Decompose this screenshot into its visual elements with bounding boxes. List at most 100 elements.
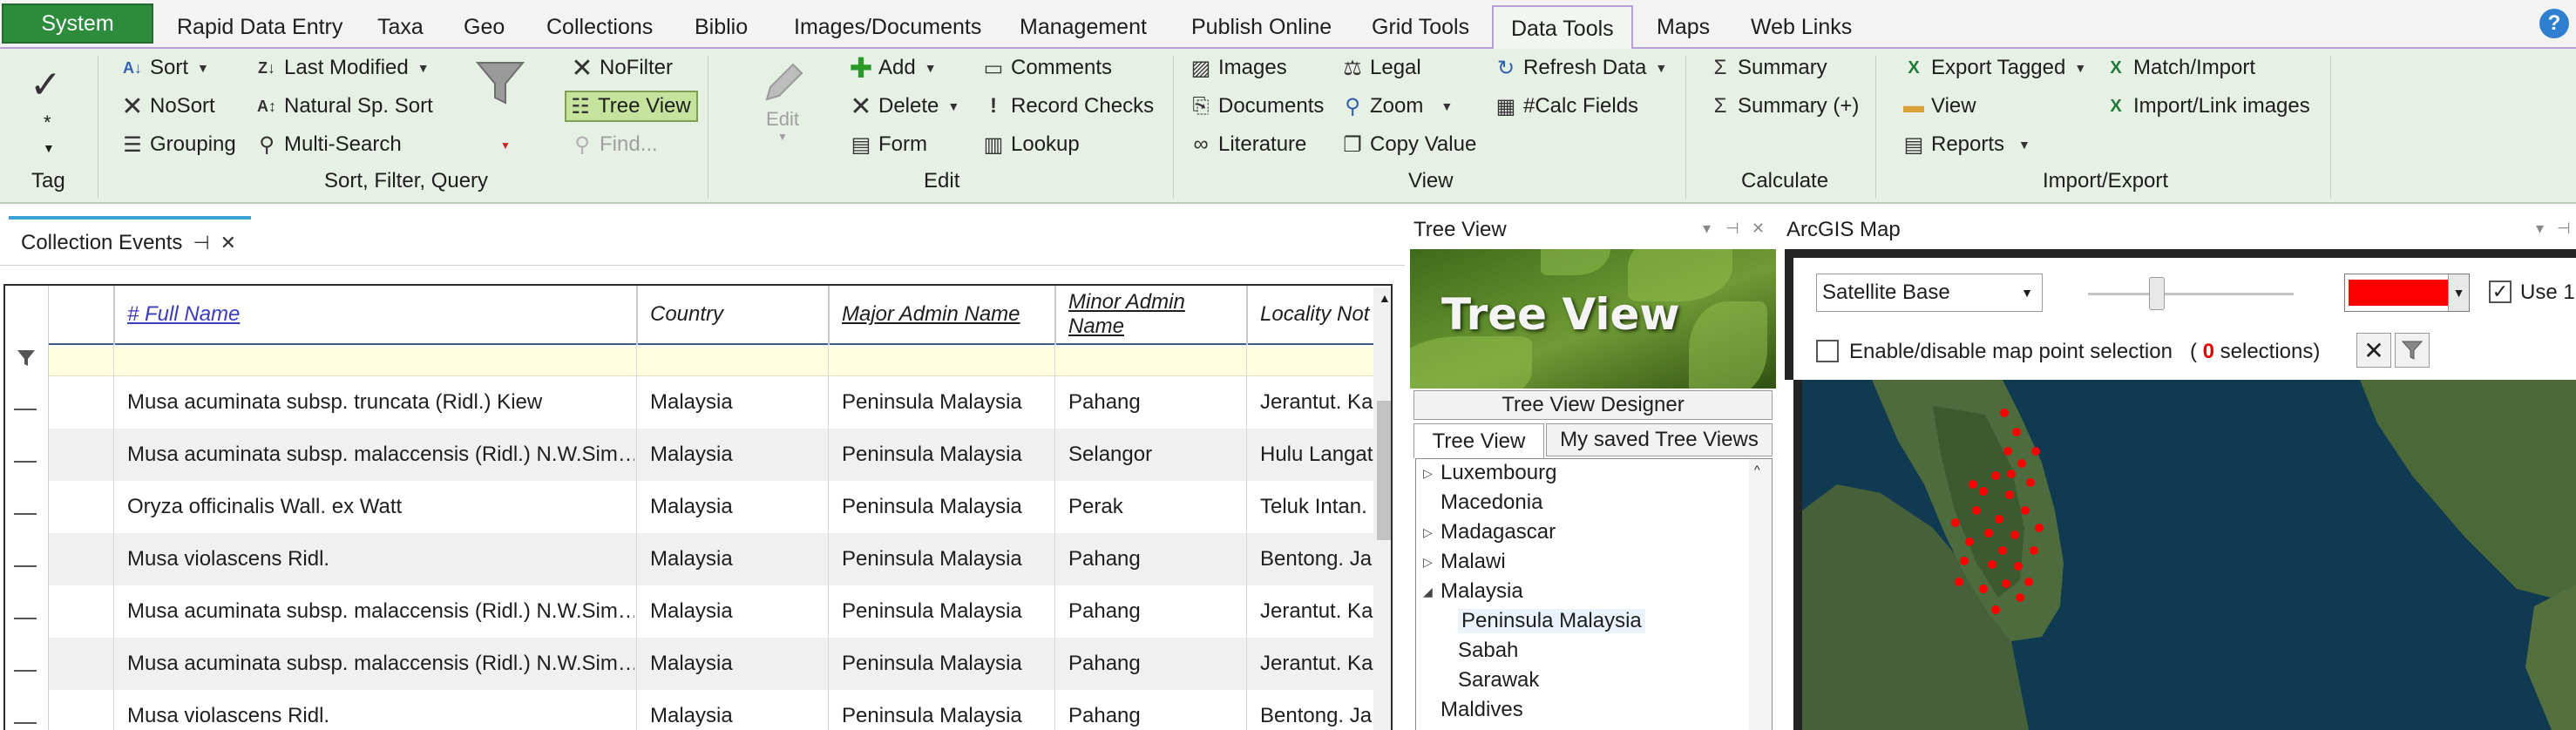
expand-icon[interactable]: ▷ bbox=[1423, 525, 1441, 540]
column-header-country[interactable]: Country bbox=[638, 286, 828, 345]
cell-major-admin[interactable]: Peninsula Malaysia bbox=[830, 429, 1053, 481]
tab-geo[interactable]: Geo bbox=[464, 5, 505, 49]
tab-images-documents[interactable]: Images/Documents bbox=[794, 5, 981, 49]
copy-value-button[interactable]: ❐ Copy Value bbox=[1340, 132, 1476, 157]
opacity-slider-track[interactable] bbox=[2088, 293, 2294, 295]
cell-minor-admin[interactable]: Selangor bbox=[1056, 429, 1244, 481]
cell-locality[interactable]: Jerantut. Ka bbox=[1248, 638, 1373, 690]
tree-node[interactable]: Sarawak bbox=[1458, 668, 1539, 693]
specimen-point[interactable] bbox=[1988, 560, 1996, 569]
column-header-full-name[interactable]: # Full Name bbox=[115, 286, 636, 345]
cell-minor-admin[interactable]: Pahang bbox=[1056, 533, 1244, 585]
cell-minor-admin[interactable]: Pahang bbox=[1056, 585, 1244, 638]
scroll-up-icon[interactable]: ▲ bbox=[1379, 291, 1391, 305]
tab-web-links[interactable]: Web Links bbox=[1751, 5, 1852, 49]
match-import-button[interactable]: X Match/Import bbox=[2104, 56, 2255, 80]
cell-country[interactable]: Malaysia bbox=[638, 533, 826, 585]
collection-events-tab[interactable]: Collection Events ⊣ ✕ bbox=[9, 216, 251, 267]
column-header-indicator[interactable] bbox=[49, 286, 113, 345]
specimen-point[interactable] bbox=[1960, 557, 1969, 565]
specimen-point[interactable] bbox=[1991, 471, 2000, 480]
cell-country[interactable]: Malaysia bbox=[638, 481, 826, 533]
tab-my-saved-tree-views[interactable]: My saved Tree Views bbox=[1546, 423, 1773, 456]
tree-node[interactable]: Sabah bbox=[1458, 639, 1518, 663]
delete-button[interactable]: ✕ Delete ▼ bbox=[849, 92, 959, 121]
specimen-point[interactable] bbox=[2012, 428, 2021, 436]
add-button[interactable]: ✚ Add ▼ bbox=[849, 52, 937, 84]
specimen-point[interactable] bbox=[1998, 546, 2007, 555]
specimen-point[interactable] bbox=[1979, 487, 1988, 496]
opacity-slider-thumb[interactable] bbox=[2149, 277, 2165, 310]
satellite-map[interactable] bbox=[1793, 380, 2576, 730]
point-color-picker[interactable]: ▼ bbox=[2344, 274, 2470, 312]
last-modified-button[interactable]: Z↓ Last Modified ▼ bbox=[254, 56, 430, 80]
nosort-button[interactable]: ✕ NoSort bbox=[120, 92, 214, 121]
specimen-point[interactable] bbox=[2014, 562, 2023, 571]
specimen-point[interactable] bbox=[1991, 605, 2000, 614]
expand-icon[interactable]: ▷ bbox=[1423, 555, 1441, 570]
filter-funnel-button[interactable] bbox=[474, 57, 526, 110]
column-divider[interactable] bbox=[828, 286, 830, 345]
find-button[interactable]: ⚲ Find... bbox=[570, 132, 658, 157]
tree-node[interactable]: ▷ Malawi bbox=[1423, 550, 1506, 574]
column-divider[interactable] bbox=[636, 286, 638, 345]
grouping-button[interactable]: ☰ Grouping bbox=[120, 132, 236, 157]
specimen-point[interactable] bbox=[2016, 593, 2024, 602]
specimen-point[interactable] bbox=[2017, 459, 2026, 468]
specimen-point[interactable] bbox=[2026, 478, 2035, 487]
cell-locality[interactable]: Jerantut. Ka bbox=[1248, 376, 1373, 429]
enable-point-selection-checkbox[interactable] bbox=[1816, 340, 1839, 362]
specimen-point[interactable] bbox=[2002, 579, 2010, 588]
chevron-down-icon[interactable]: ▼ bbox=[2448, 274, 2469, 311]
cell-full-name[interactable]: Musa acuminata subsp. truncata (Ridl.) K… bbox=[115, 376, 634, 429]
cell-minor-admin[interactable]: Perak bbox=[1056, 481, 1244, 533]
specimen-point[interactable] bbox=[1984, 529, 1993, 537]
tree-node[interactable]: Peninsula Malaysia bbox=[1458, 609, 1645, 633]
summary-plus-button[interactable]: Σ Summary (+) bbox=[1708, 94, 1860, 118]
specimen-point[interactable] bbox=[2003, 447, 2012, 456]
use-checkbox[interactable]: ✓ bbox=[2489, 281, 2512, 303]
specimen-point[interactable] bbox=[1951, 518, 1960, 527]
record-checks-button[interactable]: ! Record Checks bbox=[981, 94, 1154, 118]
column-divider[interactable] bbox=[1246, 286, 1248, 345]
cell-locality[interactable]: Teluk Intan. bbox=[1248, 481, 1373, 533]
import-link-images-button[interactable]: X Import/Link images bbox=[2104, 94, 2309, 118]
cell-locality[interactable]: Hulu Langat bbox=[1248, 429, 1373, 481]
filter-selection-icon[interactable] bbox=[2395, 333, 2430, 368]
tag-dropdown-icon[interactable]: ▼ bbox=[43, 141, 55, 155]
tab-collections[interactable]: Collections bbox=[546, 5, 653, 49]
specimen-point[interactable] bbox=[2000, 409, 2009, 417]
cell-minor-admin[interactable]: Pahang bbox=[1056, 690, 1244, 730]
tab-management[interactable]: Management bbox=[1020, 5, 1147, 49]
tab-taxa[interactable]: Taxa bbox=[377, 5, 424, 49]
column-header-major-admin-name[interactable]: Major Admin Name bbox=[830, 286, 1054, 345]
vertical-scrollbar[interactable]: ▲ bbox=[1373, 287, 1391, 730]
tree-view-button[interactable]: ☷ Tree View bbox=[565, 91, 698, 122]
specimen-point[interactable] bbox=[2005, 490, 2014, 499]
collapse-icon[interactable]: ◢ bbox=[1423, 585, 1441, 599]
edit-button[interactable]: Edit ▼ bbox=[751, 59, 814, 143]
column-divider[interactable] bbox=[113, 286, 115, 345]
expand-icon[interactable]: ▷ bbox=[1423, 466, 1441, 481]
pane-menu-icon[interactable]: ▾ bbox=[1703, 220, 1711, 238]
tree-node[interactable]: ▷ Luxembourg bbox=[1423, 461, 1556, 485]
column-header-minor-admin-name[interactable]: Minor Admin Name bbox=[1056, 286, 1246, 345]
cell-full-name[interactable]: Oryza officinalis Wall. ex Watt bbox=[115, 481, 634, 533]
tree-node[interactable]: ◢ Malaysia bbox=[1423, 579, 1523, 604]
form-button[interactable]: ▤ Form bbox=[849, 132, 927, 157]
system-button[interactable]: System bbox=[2, 3, 153, 44]
cell-locality[interactable]: Bentong. Ja bbox=[1248, 690, 1373, 730]
literature-button[interactable]: ∞ Literature bbox=[1189, 132, 1306, 157]
specimen-point[interactable] bbox=[1995, 515, 2003, 524]
cell-locality[interactable]: Bentong. Ja bbox=[1248, 533, 1373, 585]
tab-biblio[interactable]: Biblio bbox=[695, 5, 748, 49]
cell-minor-admin[interactable]: Pahang bbox=[1056, 638, 1244, 690]
clear-selection-icon[interactable]: ✕ bbox=[2356, 333, 2391, 368]
specimen-point[interactable] bbox=[2007, 470, 2016, 478]
pin-icon[interactable]: ⊣ bbox=[2557, 220, 2571, 238]
comments-button[interactable]: ▭ Comments bbox=[981, 56, 1112, 80]
specimen-point[interactable] bbox=[2021, 506, 2030, 515]
cell-major-admin[interactable]: Peninsula Malaysia bbox=[830, 585, 1053, 638]
cell-country[interactable]: Malaysia bbox=[638, 429, 826, 481]
multi-search-button[interactable]: ⚲ Multi-Search bbox=[254, 132, 402, 157]
